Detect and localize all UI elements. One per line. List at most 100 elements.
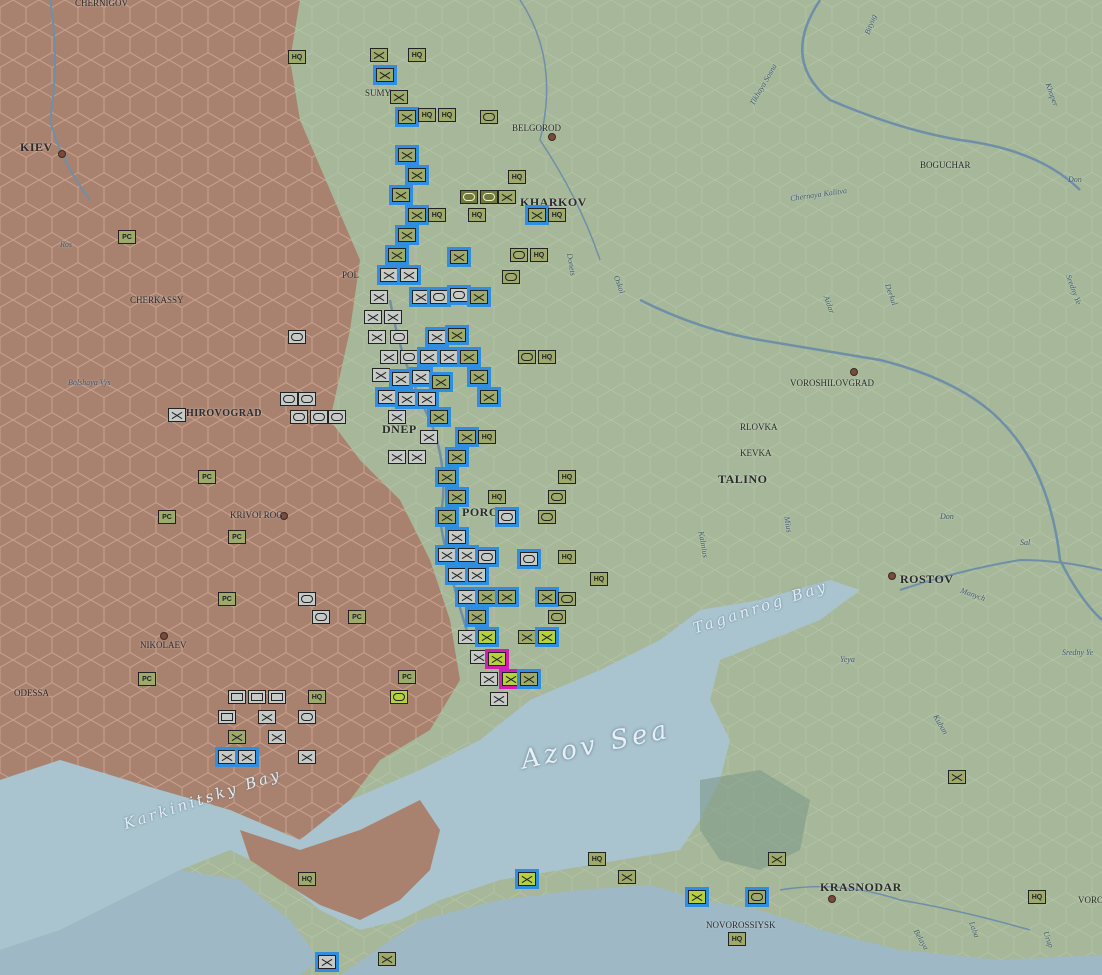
unit-counter[interactable]: [447, 247, 471, 267]
unit-counter[interactable]: HQ: [548, 208, 566, 222]
unit-counter[interactable]: HQ: [488, 490, 506, 504]
unit-counter[interactable]: [390, 90, 408, 104]
unit-counter[interactable]: [515, 869, 539, 889]
unit-counter[interactable]: [618, 870, 636, 884]
unit-counter[interactable]: [168, 408, 186, 422]
unit-counter[interactable]: [258, 710, 276, 724]
unit-counter[interactable]: [685, 887, 709, 907]
unit-counter[interactable]: [480, 110, 498, 124]
unit-counter[interactable]: [558, 592, 576, 606]
unit-counter[interactable]: [420, 430, 438, 444]
unit-counter[interactable]: [395, 145, 419, 165]
unit-counter[interactable]: HQ: [558, 470, 576, 484]
unit-counter[interactable]: PC: [138, 672, 156, 686]
unit-counter[interactable]: [215, 747, 239, 767]
unit-counter[interactable]: PC: [158, 510, 176, 524]
unit-counter[interactable]: PC: [348, 610, 366, 624]
unit-counter[interactable]: HQ: [408, 48, 426, 62]
unit-counter[interactable]: [455, 587, 479, 607]
unit-counter[interactable]: [517, 549, 541, 569]
unit-counter[interactable]: HQ: [438, 108, 456, 122]
unit-counter[interactable]: [395, 107, 419, 127]
unit-counter[interactable]: HQ: [428, 208, 446, 222]
unit-counter[interactable]: [538, 510, 556, 524]
unit-counter[interactable]: HQ: [1028, 890, 1046, 904]
unit-counter[interactable]: [395, 225, 419, 245]
unit-counter[interactable]: [467, 287, 491, 307]
unit-counter[interactable]: [745, 887, 769, 907]
unit-counter[interactable]: [499, 669, 523, 689]
unit-counter[interactable]: [380, 350, 398, 364]
unit-counter[interactable]: PC: [228, 530, 246, 544]
unit-counter[interactable]: [445, 325, 469, 345]
unit-counter[interactable]: [268, 730, 286, 744]
unit-counter[interactable]: [228, 690, 246, 704]
unit-counter[interactable]: [405, 205, 429, 225]
unit-counter[interactable]: [409, 367, 433, 387]
unit-counter[interactable]: HQ: [530, 248, 548, 262]
unit-counter[interactable]: [364, 310, 382, 324]
unit-counter[interactable]: [517, 669, 541, 689]
unit-counter[interactable]: [447, 285, 471, 305]
unit-counter[interactable]: [384, 310, 402, 324]
unit-counter[interactable]: [465, 607, 489, 627]
unit-counter[interactable]: [368, 330, 386, 344]
unit-counter[interactable]: [400, 350, 418, 364]
unit-counter[interactable]: [409, 287, 433, 307]
unit-counter[interactable]: [510, 248, 528, 262]
unit-counter[interactable]: [429, 372, 453, 392]
unit-counter[interactable]: [312, 610, 330, 624]
unit-counter[interactable]: [427, 287, 451, 307]
unit-counter[interactable]: [457, 347, 481, 367]
unit-counter[interactable]: [768, 852, 786, 866]
unit-counter[interactable]: HQ: [508, 170, 526, 184]
unit-counter[interactable]: [425, 327, 449, 347]
unit-counter[interactable]: [290, 410, 308, 424]
unit-counter[interactable]: [477, 387, 501, 407]
unit-counter[interactable]: [228, 730, 246, 744]
unit-counter[interactable]: [370, 290, 388, 304]
unit-counter[interactable]: [280, 392, 298, 406]
unit-counter[interactable]: [518, 350, 536, 364]
unit-counter[interactable]: [373, 65, 397, 85]
unit-counter[interactable]: [445, 565, 469, 585]
unit-counter[interactable]: [460, 190, 478, 204]
unit-counter[interactable]: [458, 630, 476, 644]
unit-counter[interactable]: [535, 587, 559, 607]
unit-counter[interactable]: [445, 447, 469, 467]
unit-counter[interactable]: [525, 205, 549, 225]
unit-counter[interactable]: [445, 487, 469, 507]
unit-counter[interactable]: [298, 710, 316, 724]
unit-counter[interactable]: [378, 952, 396, 966]
unit-counter[interactable]: HQ: [288, 50, 306, 64]
unit-counter[interactable]: [417, 347, 441, 367]
unit-counter[interactable]: [388, 410, 406, 424]
unit-counter[interactable]: [480, 190, 498, 204]
unit-counter[interactable]: PC: [118, 230, 136, 244]
unit-counter[interactable]: [475, 547, 499, 567]
unit-counter[interactable]: [395, 389, 419, 409]
unit-counter[interactable]: HQ: [590, 572, 608, 586]
unit-counter[interactable]: [535, 627, 559, 647]
unit-counter[interactable]: [485, 649, 509, 669]
unit-counter[interactable]: [435, 545, 459, 565]
unit-counter[interactable]: [435, 467, 459, 487]
unit-counter[interactable]: [455, 545, 479, 565]
unit-counter[interactable]: HQ: [728, 932, 746, 946]
unit-counter[interactable]: [465, 565, 489, 585]
unit-counter[interactable]: [298, 392, 316, 406]
unit-counter[interactable]: HQ: [588, 852, 606, 866]
unit-counter[interactable]: [405, 165, 429, 185]
unit-counter[interactable]: [298, 750, 316, 764]
unit-counter[interactable]: [427, 407, 451, 427]
unit-counter[interactable]: [948, 770, 966, 784]
unit-counter[interactable]: [415, 389, 439, 409]
unit-counter[interactable]: PC: [198, 470, 216, 484]
unit-counter[interactable]: [235, 747, 259, 767]
unit-counter[interactable]: [455, 427, 479, 447]
unit-counter[interactable]: [445, 527, 469, 547]
unit-counter[interactable]: [310, 410, 328, 424]
unit-counter[interactable]: [288, 330, 306, 344]
unit-counter[interactable]: HQ: [298, 872, 316, 886]
unit-counter[interactable]: [490, 692, 508, 706]
